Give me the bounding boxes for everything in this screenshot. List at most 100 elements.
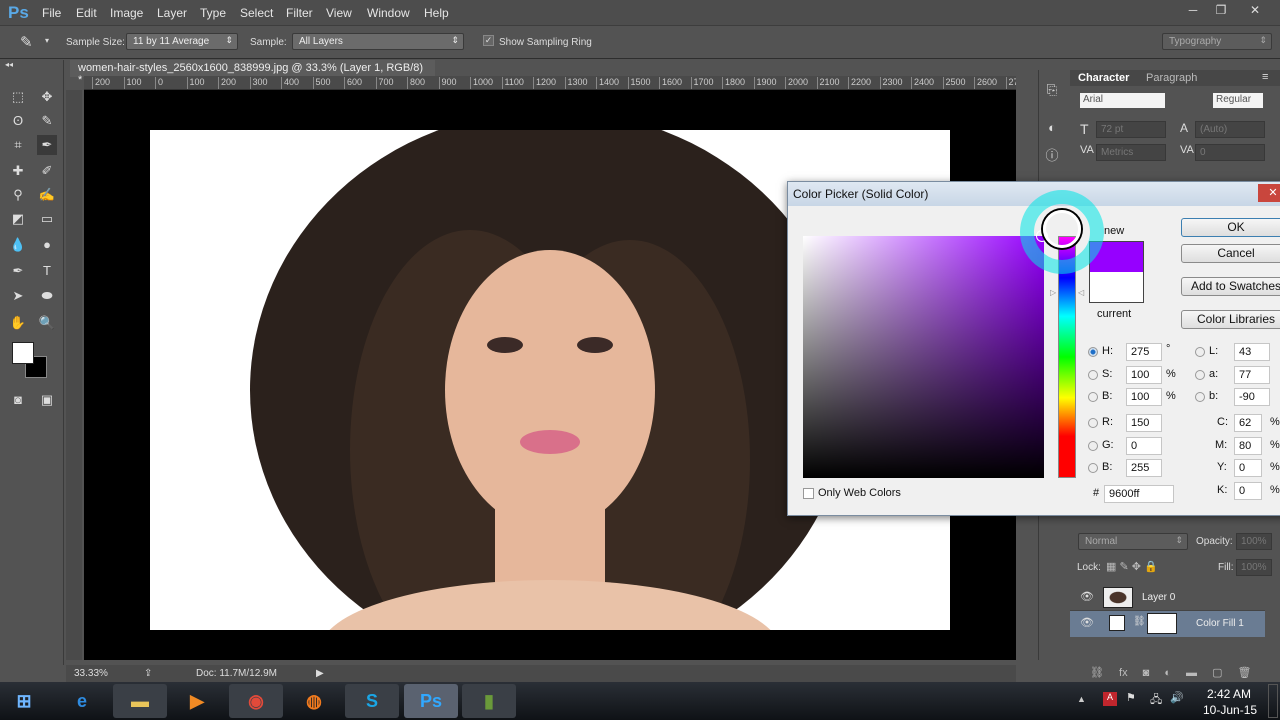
brightness-input[interactable]: 100 bbox=[1126, 388, 1162, 406]
red-radio[interactable] bbox=[1088, 418, 1098, 428]
pen-tool-icon[interactable]: ✒ bbox=[8, 261, 28, 281]
brush-tool-icon[interactable]: ✐ bbox=[37, 161, 57, 181]
color-field[interactable] bbox=[803, 236, 1044, 478]
menu-file[interactable]: File bbox=[42, 6, 61, 20]
font-family-field[interactable]: Arial bbox=[1080, 93, 1165, 108]
collapse-icon[interactable]: ◂◂ bbox=[5, 60, 13, 69]
layers-footer-icons[interactable]: ⛓ fx ◙ ◐ ▬ ▢ 🗑 bbox=[1070, 666, 1280, 682]
clock-date[interactable]: 10-Jun-15 bbox=[1203, 703, 1257, 717]
adobe-tray-icon[interactable]: A bbox=[1103, 692, 1117, 706]
menu-window[interactable]: Window bbox=[367, 6, 410, 20]
stamp-tool-icon[interactable]: ⚲ bbox=[8, 185, 28, 205]
foreground-color-swatch[interactable] bbox=[12, 342, 34, 364]
network-icon[interactable]: 🖧 bbox=[1150, 691, 1162, 710]
visibility-eye-icon[interactable]: 👁 bbox=[1080, 590, 1094, 603]
blue-radio[interactable] bbox=[1088, 463, 1098, 473]
opacity-field[interactable]: 100% bbox=[1236, 533, 1272, 550]
menu-edit[interactable]: Edit bbox=[76, 6, 97, 20]
tool-preset-chevron-icon[interactable]: ▾ bbox=[45, 36, 49, 45]
media-player-icon[interactable]: ▶ bbox=[170, 684, 224, 718]
lab-l-input[interactable]: 43 bbox=[1234, 343, 1270, 361]
healing-tool-icon[interactable]: ✚ bbox=[8, 161, 28, 181]
eyedropper-tool-icon[interactable]: ✒ bbox=[37, 135, 57, 155]
dialog-close-button[interactable]: ✕ bbox=[1258, 184, 1280, 202]
visibility-eye-icon[interactable]: 👁 bbox=[1080, 616, 1094, 629]
green-input[interactable]: 0 bbox=[1126, 437, 1162, 455]
info-panel-icon[interactable]: ⓘ bbox=[1042, 146, 1062, 166]
minimize-button[interactable]: ─ bbox=[1182, 3, 1204, 19]
crop-tool-icon[interactable]: ⌗ bbox=[8, 135, 28, 155]
lab-b-radio[interactable] bbox=[1195, 392, 1205, 402]
screen-mode-icon[interactable]: ▣ bbox=[37, 390, 57, 410]
zoom-level[interactable]: 33.33% bbox=[74, 668, 108, 679]
path-select-tool-icon[interactable]: ➤ bbox=[8, 286, 28, 306]
menu-filter[interactable]: Filter bbox=[286, 6, 313, 20]
quick-mask-icon[interactable]: ◙ bbox=[8, 390, 28, 410]
panel-menu-icon[interactable]: ≡ bbox=[1262, 71, 1268, 83]
saturation-input[interactable]: 100 bbox=[1126, 366, 1162, 384]
color-libraries-button[interactable]: Color Libraries bbox=[1181, 310, 1280, 329]
blend-mode-select[interactable]: Normal ⇕ bbox=[1078, 533, 1188, 550]
show-sampling-ring-checkbox[interactable]: ✓ bbox=[483, 35, 494, 46]
blue-input[interactable]: 255 bbox=[1126, 459, 1162, 477]
only-web-colors-checkbox[interactable] bbox=[803, 488, 814, 499]
workspace-select[interactable]: Typography ⇕ bbox=[1162, 33, 1272, 50]
sample-select[interactable]: All Layers ⇕ bbox=[292, 33, 464, 50]
menu-image[interactable]: Image bbox=[110, 6, 143, 20]
tab-paragraph[interactable]: Paragraph bbox=[1146, 72, 1197, 84]
type-tool-icon[interactable]: T bbox=[37, 261, 57, 281]
lab-a-input[interactable]: 77 bbox=[1234, 366, 1270, 384]
fill-field[interactable]: 100% bbox=[1236, 559, 1272, 576]
yellow-input[interactable]: 0 bbox=[1234, 459, 1262, 477]
cyan-input[interactable]: 62 bbox=[1234, 414, 1262, 432]
show-hidden-icons[interactable]: ▲ bbox=[1077, 694, 1086, 704]
lab-b-input[interactable]: -90 bbox=[1234, 388, 1270, 406]
close-button[interactable]: ✕ bbox=[1244, 3, 1266, 19]
menu-layer[interactable]: Layer bbox=[157, 6, 187, 20]
red-input[interactable]: 150 bbox=[1126, 414, 1162, 432]
show-desktop-button[interactable] bbox=[1268, 684, 1278, 718]
clock-time[interactable]: 2:42 AM bbox=[1207, 687, 1251, 701]
maximize-button[interactable]: ❐ bbox=[1210, 3, 1232, 19]
hex-input[interactable]: 9600ff bbox=[1104, 485, 1174, 503]
sample-size-select[interactable]: 11 by 11 Average ⇕ bbox=[126, 33, 238, 50]
marquee-tool-icon[interactable]: ⬚ bbox=[8, 87, 28, 107]
chrome-icon[interactable]: ◉ bbox=[229, 684, 283, 718]
hue-radio[interactable] bbox=[1088, 347, 1098, 357]
document-tab[interactable]: women-hair-styles_2560x1600_838999.jpg @… bbox=[70, 60, 435, 86]
action-center-flag-icon[interactable]: ⚑ bbox=[1126, 691, 1136, 704]
history-brush-tool-icon[interactable]: ✍ bbox=[37, 185, 57, 205]
lock-icons[interactable]: ▦ ✎ ✥ 🔒 bbox=[1106, 560, 1158, 573]
blur-tool-icon[interactable]: 💧 bbox=[8, 235, 28, 255]
brightness-radio[interactable] bbox=[1088, 392, 1098, 402]
cancel-button[interactable]: Cancel bbox=[1181, 244, 1280, 263]
quick-select-tool-icon[interactable]: ✎ bbox=[37, 111, 57, 131]
lasso-tool-icon[interactable]: ʘ bbox=[8, 111, 28, 131]
lab-l-radio[interactable] bbox=[1195, 347, 1205, 357]
zoom-tool-icon[interactable]: 🔍 bbox=[37, 313, 57, 333]
hue-input[interactable]: 275 bbox=[1126, 343, 1162, 361]
menu-type[interactable]: Type bbox=[200, 6, 226, 20]
share-icon[interactable]: ⇪ bbox=[144, 668, 152, 679]
volume-icon[interactable]: 🔊 bbox=[1170, 691, 1184, 704]
add-to-swatches-button[interactable]: Add to Swatches bbox=[1181, 277, 1280, 296]
font-style-field[interactable]: Regular bbox=[1213, 93, 1263, 108]
eyedropper-icon[interactable]: ✎ bbox=[20, 33, 33, 51]
current-color-swatch[interactable] bbox=[1089, 272, 1144, 303]
magenta-input[interactable]: 80 bbox=[1234, 437, 1262, 455]
firefox-icon[interactable]: ◍ bbox=[287, 684, 341, 718]
file-explorer-icon[interactable]: ▬ bbox=[113, 684, 167, 718]
kerning-field[interactable]: Metrics bbox=[1096, 144, 1166, 161]
skype-icon[interactable]: S bbox=[345, 684, 399, 718]
layer-row[interactable]: 👁 Layer 0 bbox=[1070, 585, 1265, 611]
tracking-field[interactable]: 0 bbox=[1195, 144, 1265, 161]
hand-tool-icon[interactable]: ✋ bbox=[8, 313, 28, 333]
hue-slider-left-arrow-icon[interactable]: ▷ bbox=[1050, 288, 1056, 297]
start-button-icon[interactable]: ⊞ bbox=[0, 684, 48, 718]
dodge-tool-icon[interactable]: ● bbox=[37, 235, 57, 255]
black-input[interactable]: 0 bbox=[1234, 482, 1262, 500]
menu-select[interactable]: Select bbox=[240, 6, 273, 20]
leading-field[interactable]: (Auto) bbox=[1195, 121, 1265, 138]
move-tool-icon[interactable]: ✥ bbox=[37, 87, 57, 107]
history-panel-icon[interactable]: ⎘ bbox=[1042, 80, 1062, 100]
